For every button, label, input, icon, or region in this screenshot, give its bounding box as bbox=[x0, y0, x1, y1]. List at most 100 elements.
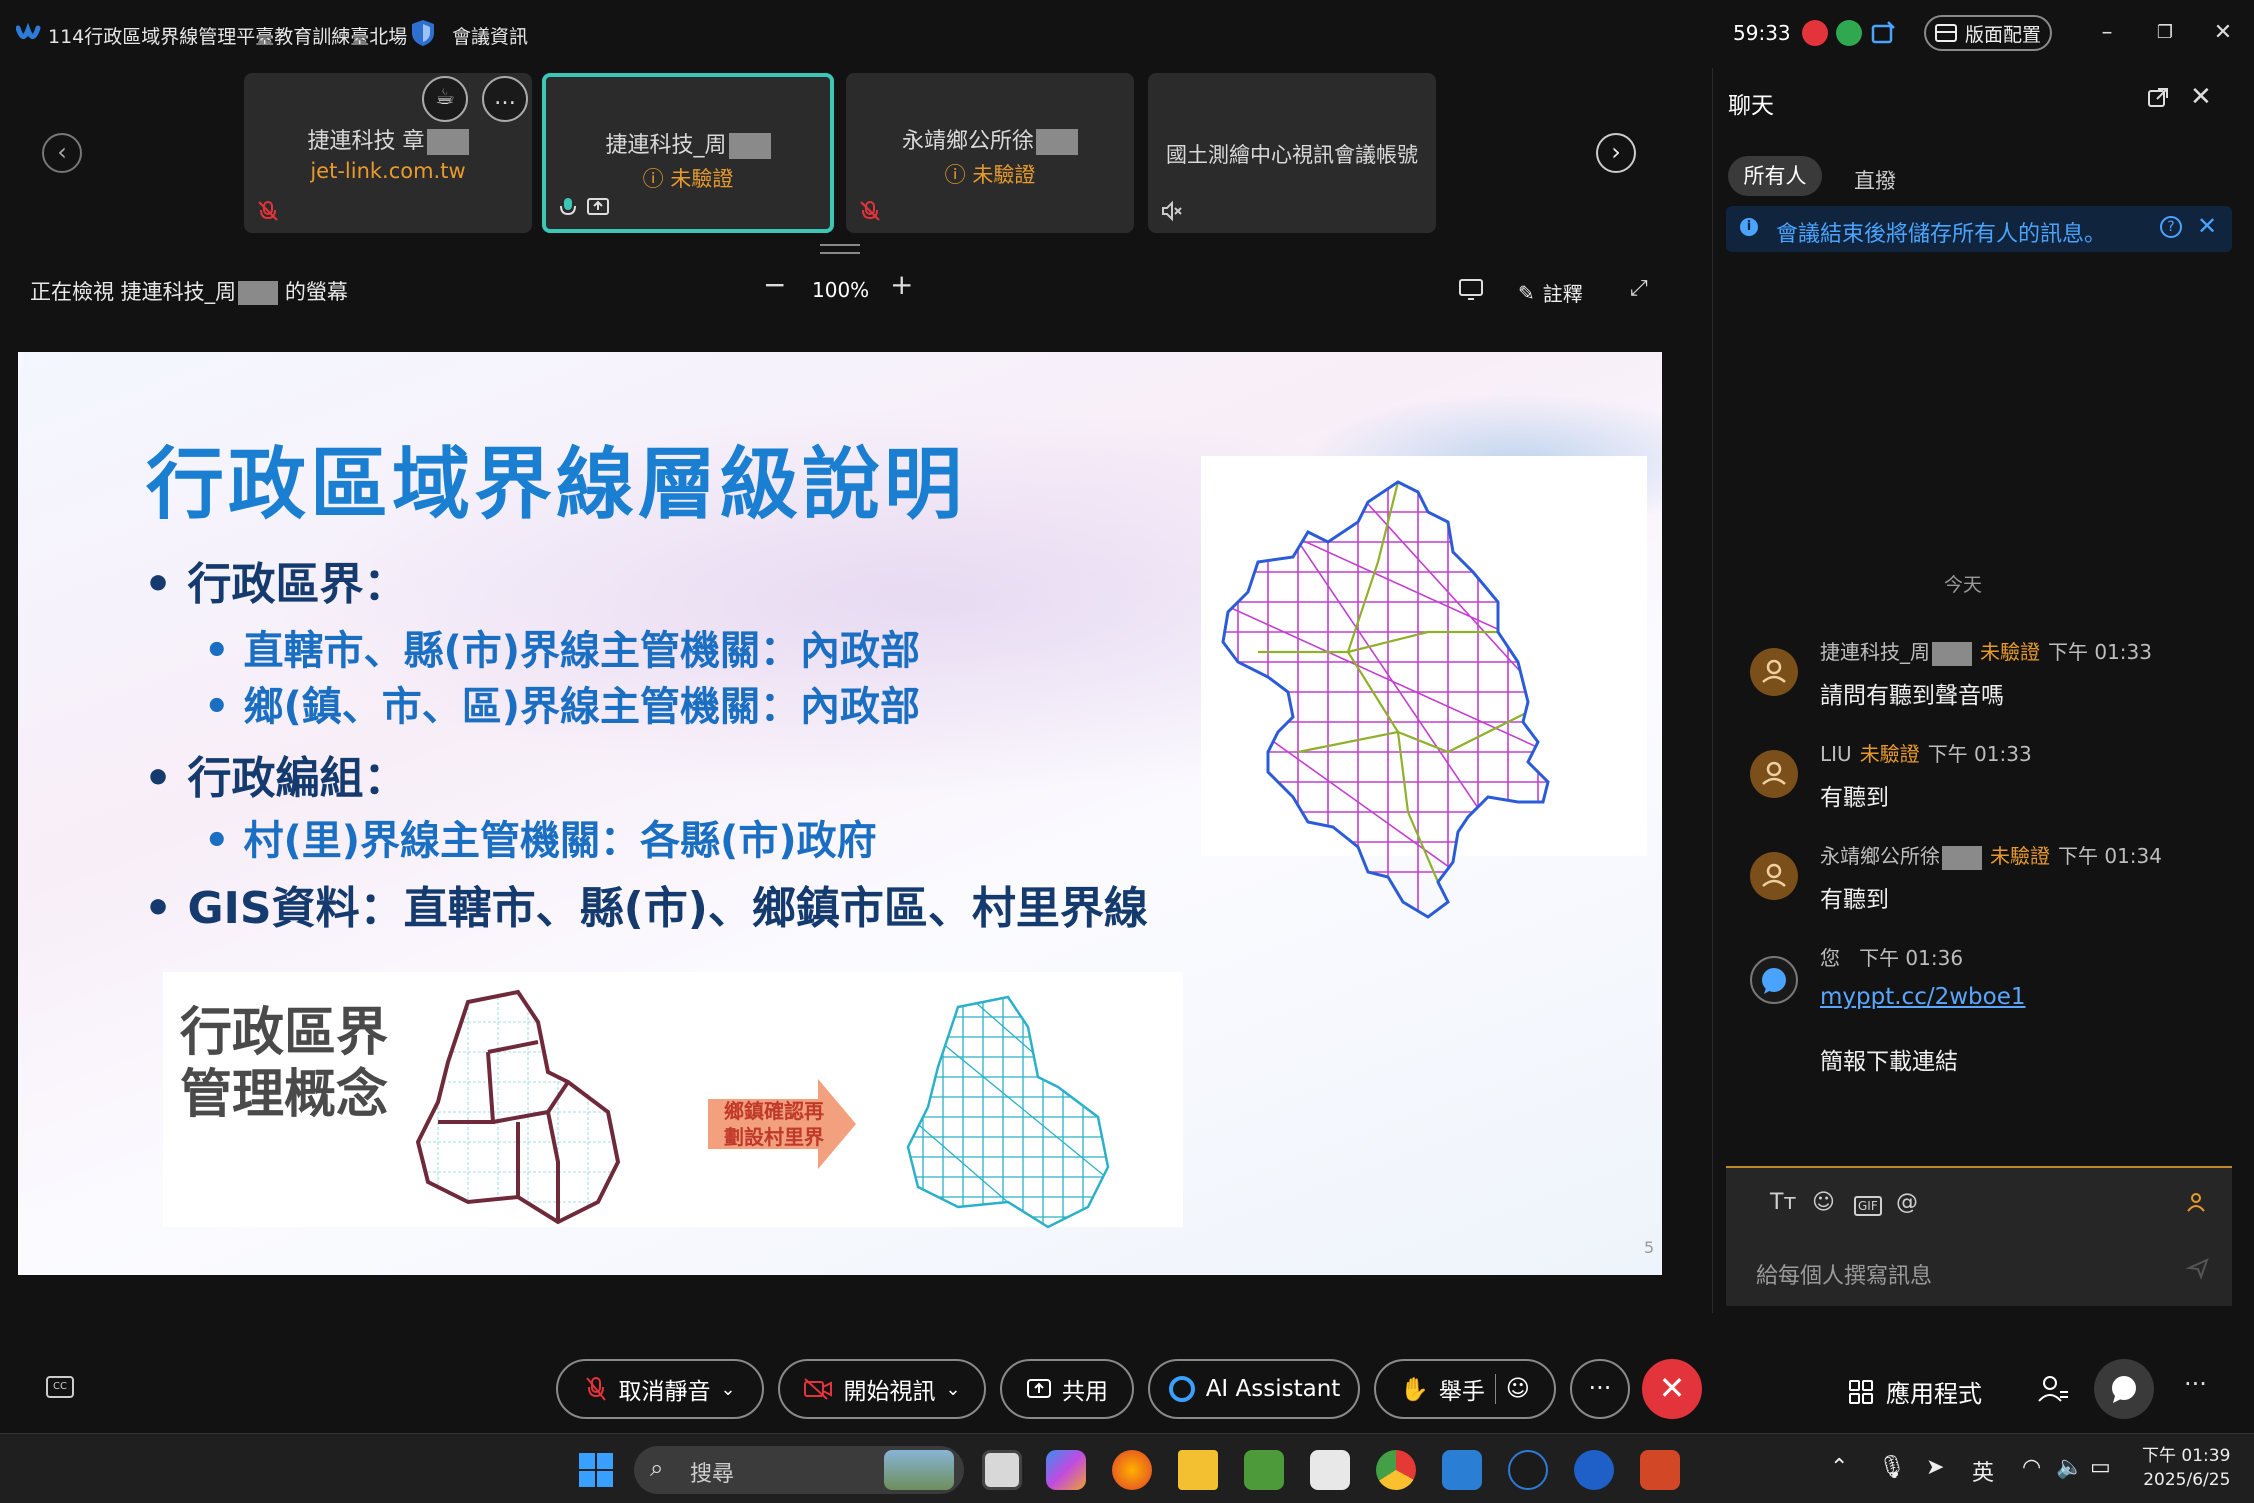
copilot-icon[interactable] bbox=[1046, 1450, 1086, 1490]
webex-logo-icon bbox=[16, 22, 41, 39]
chrome-icon[interactable] bbox=[1376, 1450, 1416, 1490]
shield-icon[interactable] bbox=[410, 18, 436, 48]
next-participants-arrow[interactable]: › bbox=[1596, 133, 1636, 173]
popout-icon[interactable] bbox=[2146, 86, 2170, 110]
taskbar-clock[interactable]: 下午 01:39 2025/6/25 bbox=[2142, 1444, 2230, 1492]
annotate-label: 註釋 bbox=[1542, 282, 1583, 306]
emoji-icon[interactable]: ☺ bbox=[1812, 1190, 1835, 1215]
chat-tab-everyone[interactable]: 所有人 bbox=[1728, 156, 1822, 196]
layout-grid-icon bbox=[1934, 24, 1957, 42]
windows-start-icon[interactable] bbox=[578, 1452, 614, 1488]
prev-participants-arrow[interactable]: ‹ bbox=[42, 133, 82, 173]
close-chat-icon[interactable]: ✕ bbox=[2190, 82, 2212, 112]
fullscreen-icon[interactable]: ⤢ bbox=[1630, 276, 1656, 302]
firefox-icon[interactable] bbox=[1112, 1450, 1152, 1490]
security-app-icon[interactable] bbox=[1574, 1450, 1614, 1490]
zoom-in-button[interactable]: + bbox=[890, 268, 913, 301]
participants-icon[interactable] bbox=[2036, 1372, 2070, 1406]
chat-toggle-button[interactable] bbox=[2094, 1359, 2154, 1419]
raise-hand-button[interactable]: ✋ 舉手 ☺ bbox=[1374, 1359, 1556, 1419]
message-text: 簡報下載連結 bbox=[1820, 1049, 1958, 1075]
file-explorer-icon[interactable] bbox=[1178, 1450, 1218, 1490]
apps-grid-icon bbox=[1849, 1379, 1873, 1404]
day-divider: 今天 bbox=[1944, 574, 1983, 596]
participant-tile-4[interactable]: 國土測繪中心視訊會議帳號 bbox=[1148, 73, 1436, 233]
start-video-button[interactable]: 開始視訊 ⌄ bbox=[778, 1359, 986, 1419]
notes-icon[interactable] bbox=[1870, 20, 1896, 46]
share-view-icon[interactable] bbox=[1458, 276, 1484, 302]
avatar-self[interactable] bbox=[1750, 956, 1798, 1004]
zoom-out-button[interactable]: − bbox=[763, 268, 786, 301]
boundary-map bbox=[1221, 480, 1550, 919]
apps-button[interactable]: 應用程式 bbox=[1848, 1374, 1982, 1409]
tray-expand-icon[interactable]: ⌃ bbox=[1830, 1455, 1848, 1480]
notepad-icon[interactable] bbox=[1442, 1450, 1482, 1490]
mic-muted-tray-icon[interactable]: 🎙 bbox=[1878, 1455, 1906, 1480]
text-format-icon[interactable]: Tт bbox=[1770, 1190, 1796, 1215]
more-options-button[interactable]: ··· bbox=[1570, 1359, 1630, 1419]
photos-app-icon[interactable] bbox=[1244, 1450, 1284, 1490]
powerpoint-icon[interactable] bbox=[1640, 1450, 1680, 1490]
layout-button[interactable]: 版面配置 bbox=[1924, 15, 2052, 51]
user-icon bbox=[1762, 863, 1786, 887]
slide-bullet: • 直轄市、縣(市)界線主管機關：內政部 bbox=[204, 628, 921, 674]
share-button[interactable]: 共用 bbox=[1000, 1359, 1134, 1419]
send-icon[interactable] bbox=[2186, 1256, 2210, 1280]
message-meta: 永靖鄉公所徐 未驗證 下午 01:34 bbox=[1820, 844, 2162, 870]
more-options-icon[interactable]: … bbox=[482, 76, 528, 122]
network-status-icon[interactable] bbox=[1836, 20, 1862, 46]
avatar[interactable] bbox=[1750, 750, 1798, 798]
mention-icon[interactable]: @ bbox=[1896, 1190, 1918, 1215]
volume-icon[interactable]: 🔈 bbox=[2056, 1455, 2083, 1480]
close-window-icon[interactable]: ✕ bbox=[2208, 18, 2238, 48]
battery-icon[interactable]: ▭ bbox=[2090, 1455, 2111, 1480]
chevron-down-icon[interactable]: ⌄ bbox=[720, 1379, 735, 1400]
chat-tab-direct[interactable]: 直撥 bbox=[1854, 165, 1896, 195]
slide-bullet: • 村(里)界線主管機關：各縣(市)政府 bbox=[204, 818, 877, 864]
participant-tile-3[interactable]: 永靖鄉公所徐 ⓘ 未驗證 bbox=[846, 73, 1134, 233]
share-screen-icon bbox=[1027, 1379, 1051, 1398]
mic-muted-icon bbox=[586, 1377, 607, 1401]
avatar[interactable] bbox=[1750, 648, 1798, 696]
minimize-icon[interactable]: – bbox=[2092, 18, 2122, 48]
share-label: 共用 bbox=[1062, 1379, 1108, 1405]
chat-notice-text: 會議結束後將儲存所有人的訊息。 bbox=[1776, 222, 2107, 247]
snipping-tool-icon[interactable] bbox=[1310, 1450, 1350, 1490]
annotate-button[interactable]: ✎ 註釋 bbox=[1518, 278, 1583, 307]
recording-icon[interactable] bbox=[1802, 20, 1828, 46]
dismiss-notice-icon[interactable]: ✕ bbox=[2197, 212, 2217, 240]
gif-icon[interactable]: GIF bbox=[1854, 1196, 1882, 1216]
message-link[interactable]: myppt.cc/2wboe1 bbox=[1820, 984, 2025, 1010]
slide-bullet: • 鄉(鎮、市、區)界線主管機關：內政部 bbox=[204, 684, 921, 730]
recipient-icon[interactable] bbox=[2184, 1190, 2208, 1214]
meeting-info-link[interactable]: 會議資訊 bbox=[452, 22, 528, 49]
user-icon bbox=[1762, 761, 1786, 785]
restore-icon[interactable]: ❐ bbox=[2150, 18, 2180, 48]
coffee-break-icon[interactable]: ☕ bbox=[422, 76, 468, 122]
unmute-button[interactable]: 取消靜音 ⌄ bbox=[556, 1359, 764, 1419]
leave-meeting-button[interactable]: ✕ bbox=[1642, 1359, 1702, 1419]
more-icon[interactable]: ··· bbox=[2184, 1370, 2207, 1398]
district-boundary-diagram bbox=[415, 989, 621, 1225]
message-meta: 您 下午 01:36 bbox=[1820, 946, 1964, 970]
participant-tile-2[interactable]: 捷連科技_周 ⓘ 未驗證 bbox=[542, 73, 834, 233]
ai-assistant-button[interactable]: AI Assistant bbox=[1148, 1359, 1360, 1419]
unverified-icon: ⓘ bbox=[642, 167, 664, 191]
message-text: 有聽到 bbox=[1820, 887, 1889, 913]
participant-name-1: 捷連科技 章 bbox=[244, 123, 532, 155]
chevron-down-icon[interactable]: ⌄ bbox=[945, 1379, 960, 1400]
avatar[interactable] bbox=[1750, 852, 1798, 900]
webex-taskbar-icon[interactable] bbox=[1508, 1450, 1548, 1490]
ime-indicator[interactable]: 英 bbox=[1972, 1455, 1994, 1487]
task-view-icon[interactable] bbox=[982, 1450, 1022, 1490]
strip-resize-handle[interactable] bbox=[820, 244, 860, 254]
help-icon[interactable]: ? bbox=[2160, 216, 2182, 238]
raise-hand-label: 舉手 bbox=[1438, 1379, 1485, 1405]
reactions-icon[interactable]: ☺ bbox=[1506, 1376, 1530, 1402]
divider bbox=[1494, 1374, 1496, 1404]
wifi-icon[interactable]: ◠ bbox=[2022, 1455, 2041, 1480]
slide-bullet: • 行政編組： bbox=[144, 753, 408, 804]
closed-captions-icon[interactable]: CC bbox=[46, 1376, 74, 1398]
location-icon[interactable]: ➤ bbox=[1926, 1455, 1944, 1480]
message-input[interactable]: 給每個人撰寫訊息 bbox=[1756, 1258, 1932, 1290]
